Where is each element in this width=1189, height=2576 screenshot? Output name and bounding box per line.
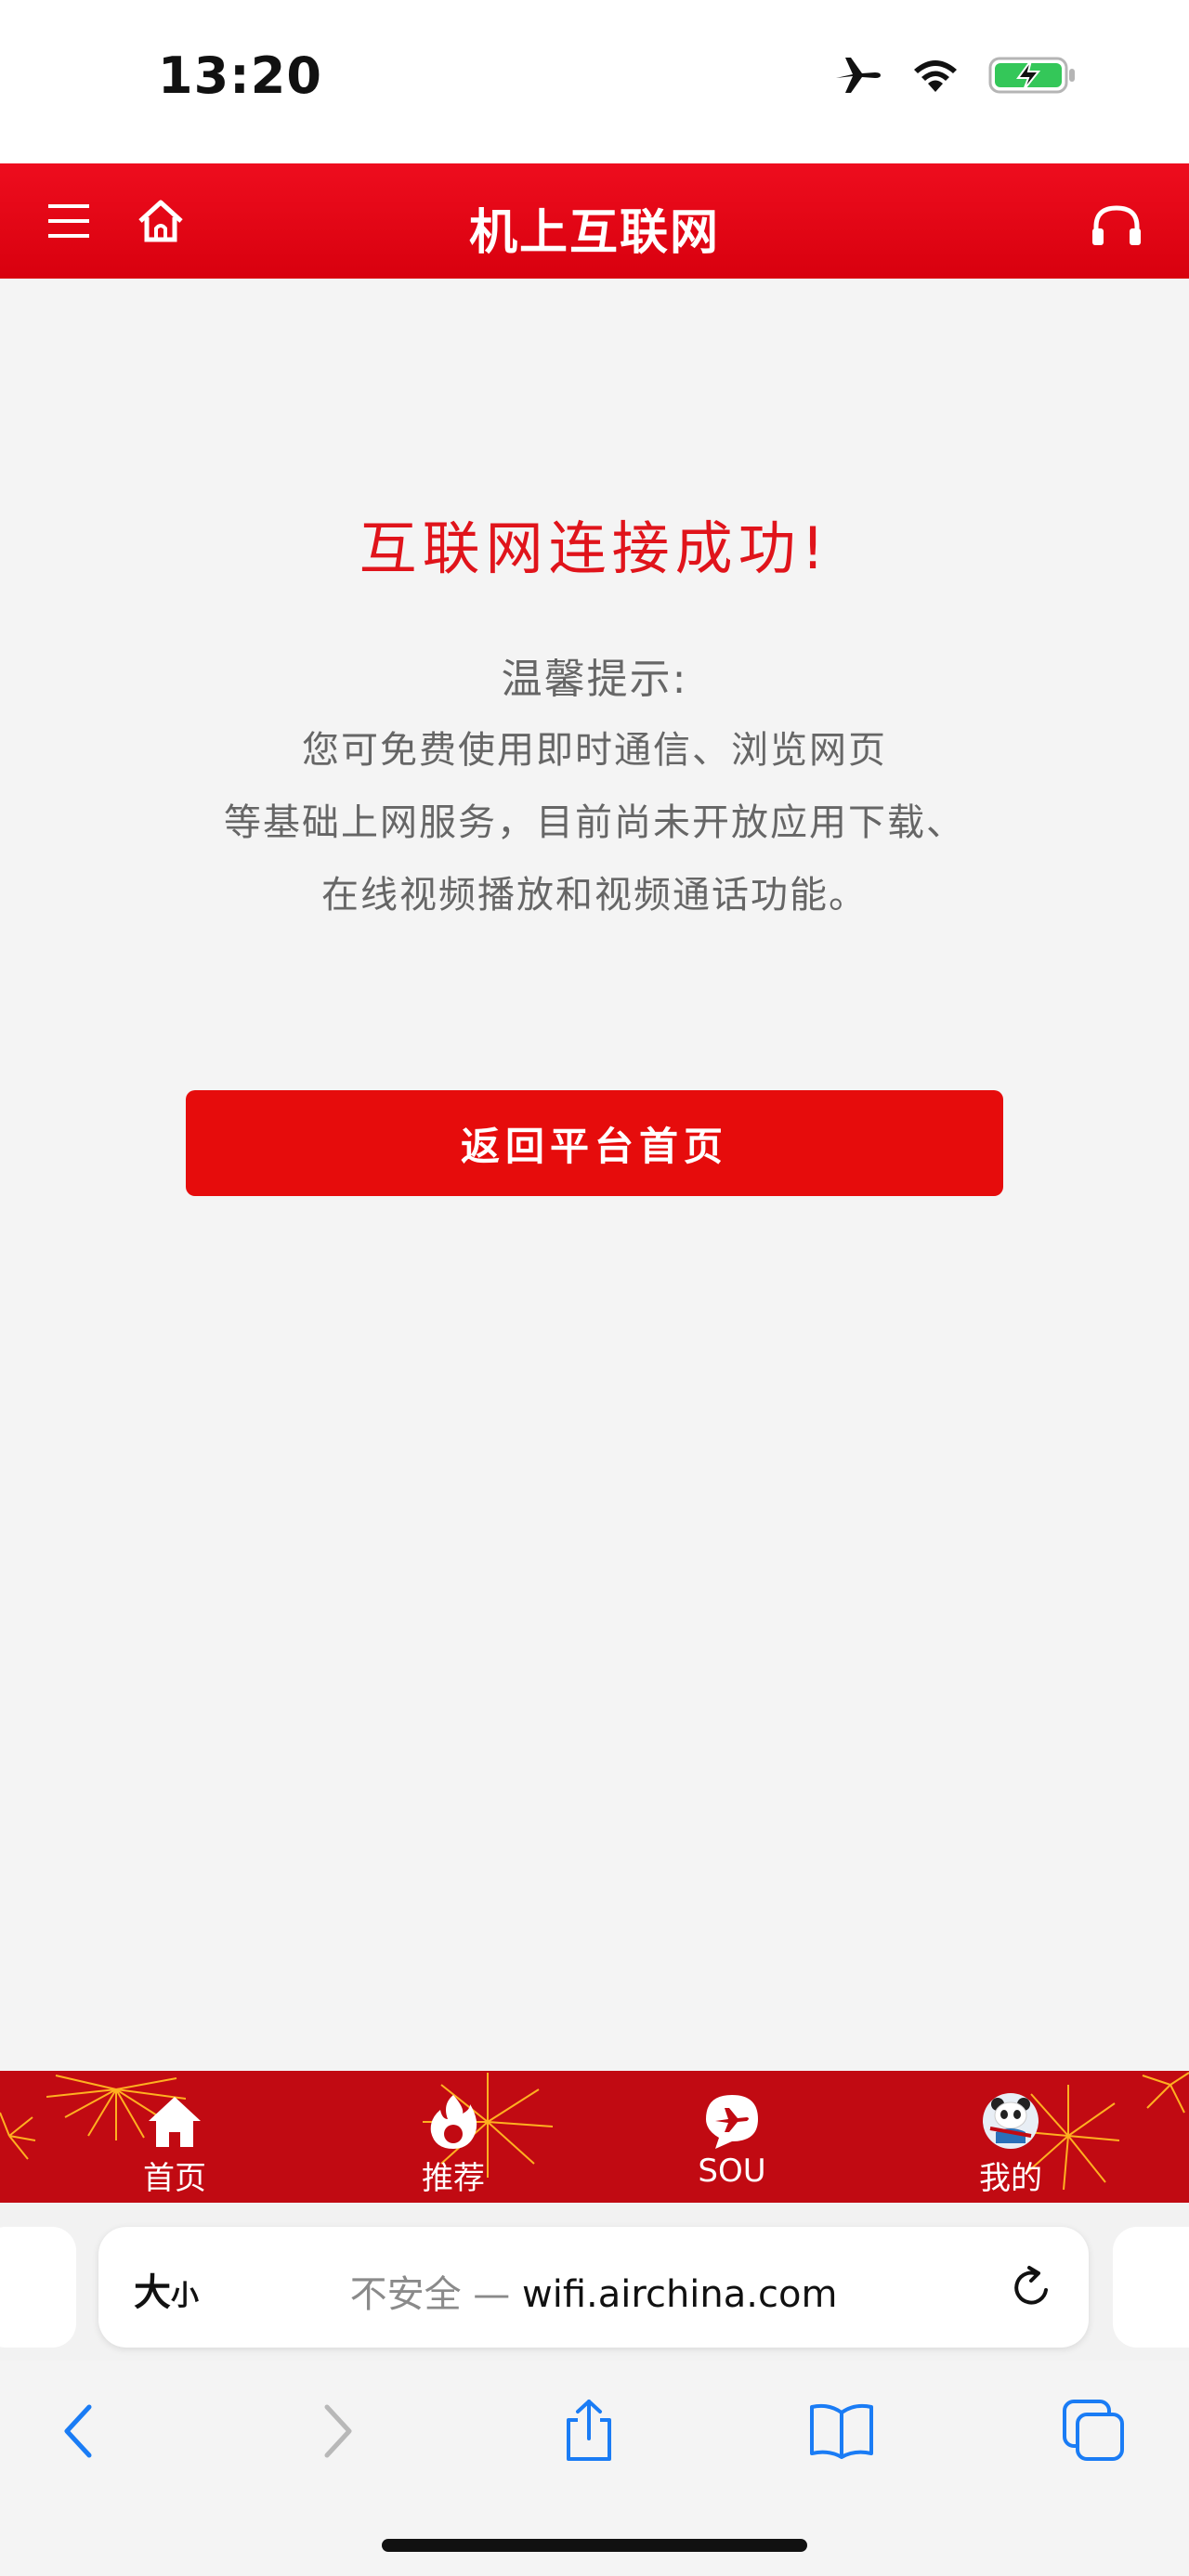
tab-label: SOU: [698, 2153, 766, 2190]
app-header: 机上互联网: [0, 163, 1189, 279]
tip-line: 您可免费使用即时通信、浏览网页: [302, 729, 887, 772]
tip-line: 在线视频播放和视频通话功能。: [321, 874, 868, 917]
panda-avatar-icon: [983, 2093, 1039, 2149]
tab-label: 我的: [979, 2160, 1042, 2197]
battery-charging-icon: [988, 57, 1075, 94]
tip-heading: 温馨提示:: [501, 656, 688, 703]
headset-icon[interactable]: [1091, 202, 1143, 247]
bottom-tab-bar: 首页 推荐 SOU 我的: [0, 2071, 1189, 2203]
tab-recommend[interactable]: 推荐: [360, 2071, 546, 2203]
tab-label: 推荐: [422, 2160, 485, 2197]
fireworks-decoration: [1142, 2072, 1189, 2114]
tab-sou[interactable]: SOU: [639, 2071, 825, 2203]
forward-icon[interactable]: [303, 2398, 370, 2465]
url-host: wifi.airchina.com: [522, 2273, 838, 2316]
home-indicator: [382, 2539, 807, 2552]
tab-mine[interactable]: 我的: [918, 2071, 1104, 2203]
share-icon[interactable]: [555, 2398, 622, 2465]
browser-address-area: 大小 不安全 — wifi.airchina.com: [0, 2203, 1189, 2361]
next-tab-preview[interactable]: [1113, 2227, 1189, 2348]
address-bar[interactable]: 大小 不安全 — wifi.airchina.com: [98, 2227, 1089, 2348]
status-icons: [832, 54, 1078, 97]
tabs-icon[interactable]: [1061, 2398, 1128, 2465]
reload-icon[interactable]: [1007, 2264, 1055, 2312]
insecure-label: 不安全 —: [349, 2273, 511, 2316]
success-title: 互联网连接成功!: [359, 514, 830, 582]
bookmarks-icon[interactable]: [808, 2398, 875, 2465]
wifi-icon: [914, 60, 957, 92]
status-bar: 13:20: [0, 0, 1189, 163]
airplane-icon: [836, 58, 881, 93]
back-icon[interactable]: [46, 2398, 113, 2465]
previous-tab-preview[interactable]: [0, 2227, 76, 2348]
return-home-button[interactable]: 返回平台首页: [186, 1090, 1003, 1196]
status-time: 13:20: [158, 46, 322, 105]
tab-home[interactable]: 首页: [82, 2071, 268, 2203]
tab-label: 首页: [143, 2160, 206, 2197]
page-title: 机上互联网: [468, 205, 720, 261]
tip-line: 等基础上网服务，目前尚未开放应用下载、: [224, 801, 965, 844]
home-icon: [149, 2097, 201, 2147]
plane-bubble-icon: [706, 2095, 758, 2149]
browser-toolbar: [0, 2361, 1189, 2576]
flame-icon: [430, 2095, 477, 2149]
url-display[interactable]: 不安全 — wifi.airchina.com: [98, 2264, 1089, 2318]
fireworks-decoration: [0, 2112, 36, 2160]
